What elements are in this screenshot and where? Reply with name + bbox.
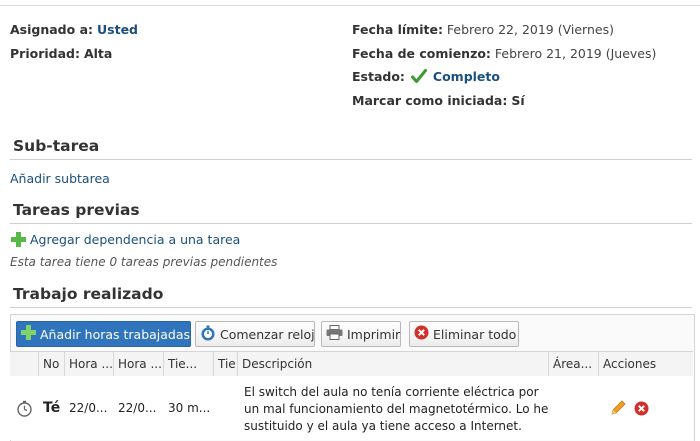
status-value: Completo <box>432 69 500 84</box>
check-icon <box>410 69 427 87</box>
add-dependency-label: Agregar dependencia a una tarea <box>30 232 241 247</box>
column-header-end[interactable]: Hora ... <box>114 352 164 376</box>
subtask-divider <box>10 159 692 160</box>
row-end-time: 22/0... <box>118 401 157 415</box>
previous-tasks-section-title: Tareas previas <box>13 201 140 219</box>
column-header-actions: Acciones <box>603 357 657 371</box>
mark-started-row: Marcar como iniciada: Sí <box>352 93 525 108</box>
table-row[interactable]: Té 22/0... 22/0... 30 m... El switch del… <box>10 376 693 440</box>
previous-tasks-divider <box>10 223 692 224</box>
previous-tasks-note: Esta tarea tiene 0 tareas previas pendie… <box>10 255 278 269</box>
due-date-row: Fecha límite: Febrero 22, 2019 (Viernes) <box>352 22 614 37</box>
add-dependency-link[interactable]: Agregar dependencia a una tarea <box>11 232 240 247</box>
work-done-section-title: Trabajo realizado <box>13 285 164 303</box>
assigned-label: Asignado a: <box>10 22 94 37</box>
add-hours-label: Añadir horas trabajadas <box>40 326 191 342</box>
print-label: Imprimir <box>347 326 401 342</box>
delete-all-label: Eliminar todo <box>433 326 517 342</box>
mark-started-label: Marcar como iniciada: <box>352 93 508 108</box>
delete-icon <box>414 325 429 343</box>
delete-icon[interactable] <box>634 376 664 440</box>
print-button[interactable]: Imprimir <box>321 321 401 347</box>
row-name[interactable]: Té <box>39 376 65 440</box>
printer-icon <box>326 325 343 343</box>
priority-label: Prioridad: <box>10 46 80 61</box>
plus-icon <box>11 232 26 247</box>
assigned-value[interactable]: Usted <box>97 22 138 37</box>
row-description: El switch del aula no tenía corriente el… <box>244 384 549 433</box>
due-date-label: Fecha límite: <box>352 22 443 37</box>
column-header-area[interactable]: Área... <box>549 352 599 376</box>
start-clock-label: Comenzar reloj <box>220 326 315 342</box>
column-header-name[interactable]: No <box>39 352 65 376</box>
column-header-time[interactable]: Tie... <box>164 352 214 376</box>
work-done-divider <box>10 307 692 308</box>
stopwatch-icon <box>10 376 39 440</box>
start-date-label: Fecha de comienzo: <box>352 46 491 61</box>
column-header-start[interactable]: Hora ... <box>65 352 114 376</box>
add-subtask-link[interactable]: Añadir subtarea <box>10 171 110 186</box>
column-spacer <box>10 352 39 376</box>
start-clock-button[interactable]: Comenzar reloj <box>195 321 315 347</box>
top-divider <box>0 5 700 6</box>
stopwatch-icon <box>200 325 216 344</box>
column-header-time-2[interactable]: Tie <box>214 352 238 376</box>
row-duration: 30 m... <box>168 401 211 415</box>
priority-value: Alta <box>83 46 113 61</box>
priority-row: Prioridad: Alta <box>10 46 112 61</box>
work-grid-header: No Hora ... Hora ... Tie... Tie Descripc… <box>10 351 693 377</box>
row-start-time: 22/0... <box>69 401 108 415</box>
status-row: Estado: Completo <box>352 69 500 87</box>
start-date-row: Fecha de comienzo: Febrero 21, 2019 (Jue… <box>352 46 656 61</box>
delete-all-button[interactable]: Eliminar todo <box>409 321 519 347</box>
mark-started-value: Sí <box>511 93 525 108</box>
start-date-value: Febrero 21, 2019 (Jueves) <box>494 46 657 61</box>
assigned-row: Asignado a: Usted <box>10 22 138 37</box>
status-label: Estado: <box>352 69 405 84</box>
due-date-value: Febrero 22, 2019 (Viernes) <box>446 22 614 37</box>
add-hours-button[interactable]: Añadir horas trabajadas <box>16 321 191 347</box>
plus-icon <box>21 325 36 343</box>
subtask-section-title: Sub-tarea <box>13 137 100 155</box>
column-header-description[interactable]: Descripción <box>238 352 549 376</box>
